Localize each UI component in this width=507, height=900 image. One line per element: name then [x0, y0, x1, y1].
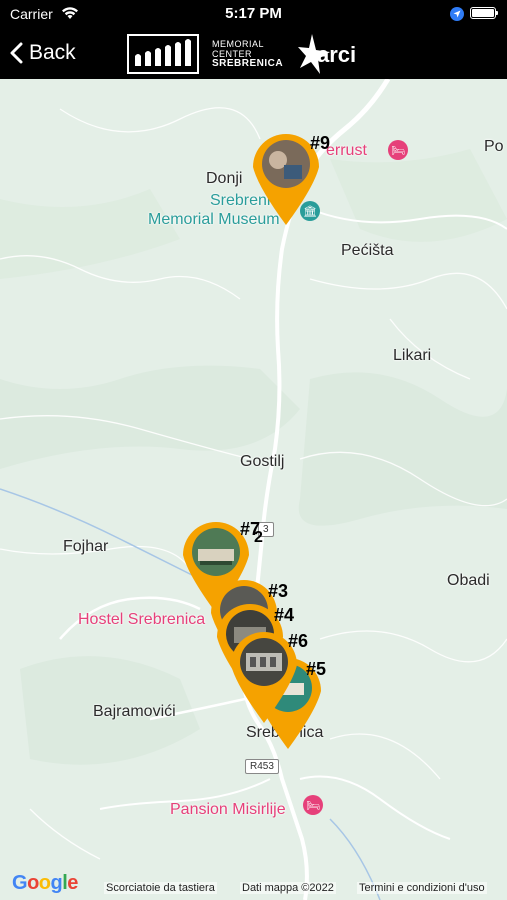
place-bajramovici: Bajramovići	[93, 703, 176, 720]
status-bar: Carrier 5:17 PM	[0, 0, 507, 28]
navigation-bar: Back MEMORIAL CENTER SREBRENICA arci	[0, 28, 507, 79]
place-pecista: Pećišta	[341, 242, 394, 259]
place-obadi: Obadi	[447, 572, 490, 589]
marker-9-label: #9	[310, 133, 331, 153]
place-fojhar: Fojhar	[63, 538, 109, 555]
back-label: Back	[29, 41, 76, 64]
back-button[interactable]: Back	[10, 38, 76, 68]
arci-label: arci	[317, 42, 356, 67]
battery-icon	[470, 7, 498, 19]
memorial-line-3: SREBRENICA	[212, 58, 284, 69]
place-gostilj: Gostilj	[240, 453, 285, 470]
marker-5-label: #5	[306, 659, 327, 679]
place-po: Po	[484, 138, 504, 155]
location-arrow-icon	[450, 7, 464, 21]
terms-link[interactable]: Termini e condizioni d'uso	[357, 882, 487, 894]
chevron-left-icon	[10, 42, 23, 64]
place-likari: Likari	[393, 347, 432, 364]
arci-logo: arci	[298, 34, 356, 74]
memorial-center-logo	[127, 34, 199, 74]
clock: 5:17 PM	[225, 5, 282, 22]
marker-2-label: 2	[254, 529, 263, 546]
poi-pansion[interactable]: Pansion Misirlije	[170, 801, 286, 819]
marker-6-label: #6	[288, 631, 309, 651]
marker-9[interactable]: #9	[248, 127, 330, 227]
bed-icon[interactable]: 🛏	[388, 140, 408, 160]
keyboard-shortcuts-link[interactable]: Scorciatoie da tastiera	[104, 882, 217, 894]
marker-4-label: #4	[274, 605, 295, 625]
map-footer: Google Scorciatoie da tastiera Dati mapp…	[0, 872, 507, 900]
map-data-link[interactable]: Dati mappa ©2022	[240, 882, 336, 894]
poi-errust[interactable]: errust	[326, 142, 367, 160]
google-logo: Google	[12, 872, 78, 894]
memorial-center-title: MEMORIAL CENTER SREBRENICA	[212, 39, 283, 69]
road-badge-r453: R453	[245, 759, 279, 774]
memorial-line-1: MEMORIAL	[212, 39, 265, 49]
map-view[interactable]: Donji Srebrenica Memorial Museum 🏛 Pećiš…	[0, 79, 507, 900]
place-donji: Donji	[206, 170, 243, 187]
marker-6[interactable]: #6	[226, 625, 308, 725]
bed-icon[interactable]: 🛏	[303, 795, 323, 815]
